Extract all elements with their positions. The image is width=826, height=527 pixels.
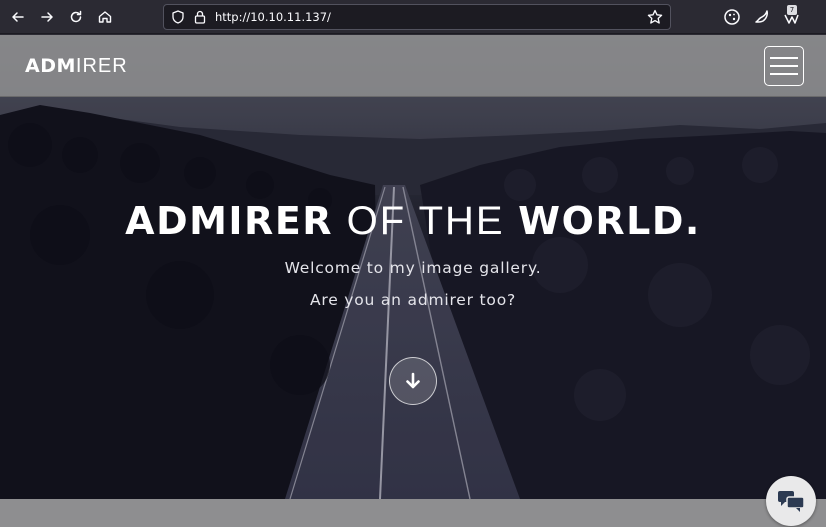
- lock-icon[interactable]: [192, 9, 208, 25]
- reload-button[interactable]: [64, 5, 88, 29]
- arrow-left-icon: [12, 12, 24, 22]
- extension-fox-icon[interactable]: [752, 7, 772, 27]
- headline-part-1: ADMIRER: [125, 199, 334, 243]
- chat-bubbles-icon: [778, 491, 805, 512]
- bookmark-star-icon[interactable]: [646, 8, 664, 26]
- forward-button[interactable]: [35, 5, 59, 29]
- extension-badge: 7: [787, 5, 797, 15]
- arrow-right-icon: [41, 12, 53, 22]
- hero-subtitle-2: Are you an admirer too?: [309, 291, 517, 309]
- site-logo[interactable]: ADMIRER: [25, 55, 128, 78]
- home-icon: [98, 11, 112, 23]
- brand-light-text: IRER: [75, 55, 128, 77]
- headline-part-3: WORLD.: [518, 199, 701, 243]
- url-text[interactable]: http://10.10.11.137/: [215, 10, 331, 24]
- site-navbar: ADMIRER: [0, 35, 826, 97]
- browser-toolbar: http://10.10.11.137/ 7: [0, 0, 826, 34]
- shield-icon[interactable]: [170, 9, 186, 25]
- extension-cookie-icon[interactable]: [722, 7, 742, 27]
- reload-icon: [70, 10, 82, 23]
- chat-button[interactable]: [766, 476, 816, 526]
- hero-section: ADMIRER ADMIRER OF THE WORLD. Welcome to…: [0, 35, 826, 499]
- home-button[interactable]: [93, 5, 117, 29]
- web-page: ADMIRER ADMIRER OF THE WORLD. Welcome to…: [0, 35, 826, 527]
- menu-toggle-button[interactable]: [764, 46, 804, 86]
- brand-bold-text: ADM: [25, 55, 76, 77]
- headline-part-2: OF THE: [346, 199, 505, 243]
- back-button[interactable]: [6, 5, 30, 29]
- scroll-down-button[interactable]: [389, 357, 437, 405]
- next-section: [0, 499, 826, 527]
- arrow-down-icon: [406, 372, 420, 389]
- hamburger-icon: [770, 57, 798, 59]
- hero-subtitle-1: Welcome to my image gallery.: [284, 259, 542, 277]
- url-bar[interactable]: http://10.10.11.137/: [163, 4, 671, 30]
- hero-headline: ADMIRER OF THE WORLD.: [0, 199, 826, 244]
